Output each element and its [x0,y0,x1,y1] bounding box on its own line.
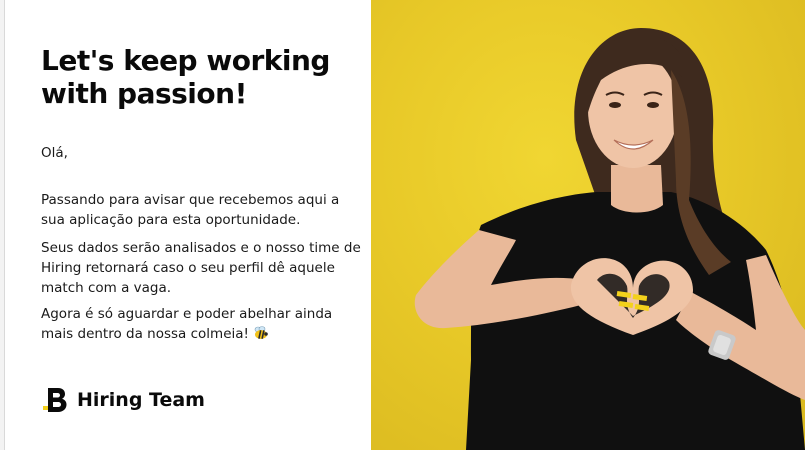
brand-logo-icon [43,388,67,412]
greeting-text: Olá, [41,145,68,161]
paragraph-analysis: Seus dados serão analisados e o nosso ti… [41,240,361,296]
person-illustration [414,28,805,450]
hero-photo [371,0,805,450]
bee-icon [253,326,269,346]
message-card: Let's keep working with passion! Olá, Pa… [5,0,371,450]
headline: Let's keep working with passion! [41,44,330,110]
signature: Hiring Team [41,386,205,414]
signature-name: Hiring Team [77,389,205,411]
paragraph-received: Passando para avisar que recebemos aqui … [41,192,340,228]
email-page: Let's keep working with passion! Olá, Pa… [0,0,805,450]
paragraph-wait-text: Agora é só aguardar e poder abelhar aind… [41,306,333,342]
paragraph-wait: Agora é só aguardar e poder abelhar aind… [41,304,361,346]
